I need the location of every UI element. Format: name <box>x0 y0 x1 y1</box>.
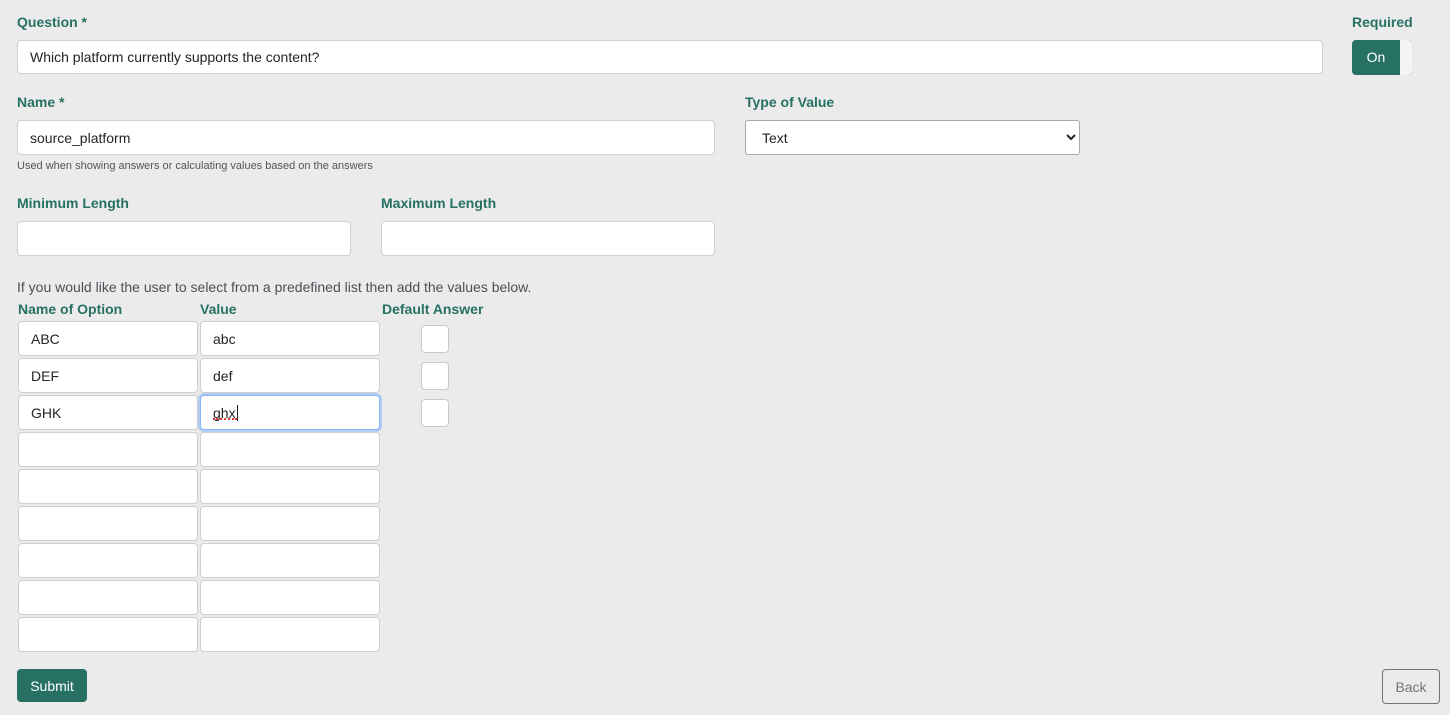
type-of-value-select[interactable]: Text <box>745 120 1080 155</box>
option-value-input[interactable] <box>200 469 380 504</box>
default-answer-header: Default Answer <box>382 301 484 317</box>
required-toggle[interactable]: On <box>1352 40 1412 75</box>
name-label: Name * <box>17 94 65 110</box>
option-value-input[interactable] <box>200 580 380 615</box>
default-answer-checkbox[interactable] <box>421 399 449 427</box>
default-answer-checkbox[interactable] <box>421 325 449 353</box>
default-answer-checkbox[interactable] <box>421 362 449 390</box>
option-value-input[interactable] <box>200 543 380 578</box>
text-caret <box>237 405 238 421</box>
minimum-length-input[interactable] <box>17 221 351 256</box>
option-value-input-focused[interactable] <box>200 395 380 430</box>
spellcheck-underline <box>213 417 237 420</box>
option-value-input[interactable] <box>200 506 380 541</box>
option-value-input[interactable] <box>200 432 380 467</box>
back-button[interactable]: Back <box>1382 669 1440 704</box>
option-name-input[interactable] <box>18 506 198 541</box>
required-label: Required <box>1352 14 1413 30</box>
required-toggle-text: On <box>1366 49 1386 65</box>
name-input[interactable] <box>17 120 715 155</box>
option-name-input[interactable] <box>18 395 198 430</box>
type-of-value-label: Type of Value <box>745 94 835 110</box>
question-label: Question * <box>17 14 88 30</box>
option-value-input[interactable] <box>200 358 380 393</box>
option-name-input[interactable] <box>18 432 198 467</box>
question-input[interactable] <box>17 40 1323 74</box>
maximum-length-input[interactable] <box>381 221 715 256</box>
toggle-handle <box>1400 40 1412 75</box>
submit-button[interactable]: Submit <box>17 669 87 702</box>
option-name-input[interactable] <box>18 358 198 393</box>
value-header: Value <box>200 301 237 317</box>
option-name-input[interactable] <box>18 321 198 356</box>
name-help-text: Used when showing answers or calculating… <box>17 160 373 172</box>
option-name-input[interactable] <box>18 617 198 652</box>
name-of-option-header: Name of Option <box>18 301 123 317</box>
options-intro-text: If you would like the user to select fro… <box>17 279 532 295</box>
option-name-input[interactable] <box>18 469 198 504</box>
option-name-input[interactable] <box>18 543 198 578</box>
option-value-input[interactable] <box>200 617 380 652</box>
maximum-length-label: Maximum Length <box>381 195 497 211</box>
minimum-length-label: Minimum Length <box>17 195 129 211</box>
option-name-input[interactable] <box>18 580 198 615</box>
option-value-input[interactable] <box>200 321 380 356</box>
